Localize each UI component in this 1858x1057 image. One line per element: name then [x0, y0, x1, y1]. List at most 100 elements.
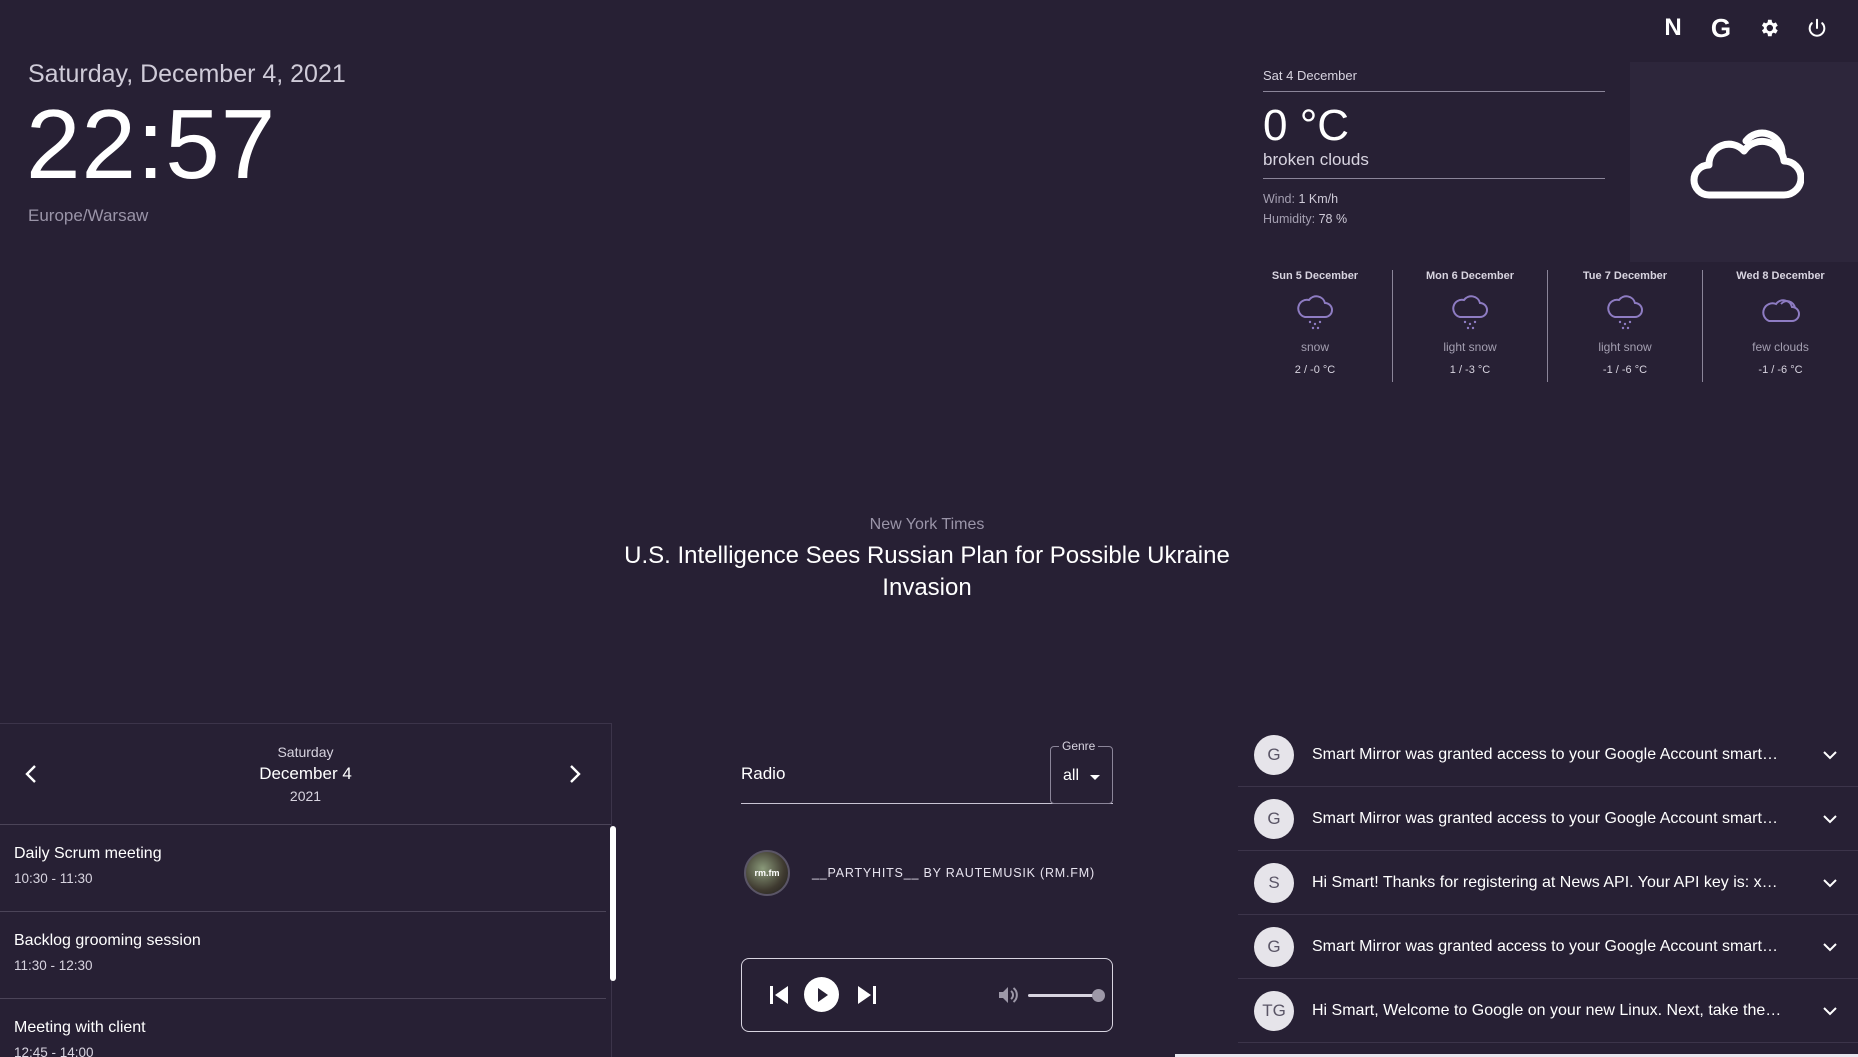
- forecast-day: Sun 5 December snow 2 / -0 °C: [1238, 270, 1393, 382]
- genre-select[interactable]: Genre all: [1050, 739, 1113, 804]
- skip-previous-icon: [770, 986, 788, 1004]
- power-icon[interactable]: [1804, 12, 1830, 44]
- forecast-description: light snow: [1443, 340, 1497, 354]
- forecast-date: Mon 6 December: [1425, 270, 1515, 282]
- radio-label: Radio: [741, 764, 786, 783]
- broken-clouds-icon: [1690, 129, 1804, 199]
- weather-temperature: 0 °C: [1263, 101, 1350, 150]
- mail-subject: Smart Mirror was granted access to your …: [1312, 937, 1782, 955]
- radio-station[interactable]: rm.fm __PARTYHITS__ BY RAUTEMUSIK (RM.FM…: [744, 850, 1095, 896]
- weather-icon-panel: [1630, 62, 1858, 262]
- station-logo: rm.fm: [744, 850, 790, 896]
- play-button[interactable]: [804, 977, 839, 1012]
- event-title: Backlog grooming session: [14, 932, 201, 949]
- calendar-header: Saturday December 4 2021: [0, 724, 611, 825]
- humidity-row: Humidity: 78 %: [1263, 209, 1605, 229]
- mail-item[interactable]: G Smart Mirror was granted access to you…: [1238, 723, 1858, 787]
- volume-slider-thumb[interactable]: [1092, 989, 1105, 1002]
- mail-subject: Smart Mirror was granted access to your …: [1312, 809, 1782, 827]
- netflix-icon[interactable]: N: [1660, 12, 1686, 44]
- volume-button[interactable]: [997, 985, 1019, 1010]
- current-date: Saturday, December 4, 2021: [28, 60, 346, 88]
- humidity-value: 78 %: [1318, 212, 1348, 226]
- top-toolbar: N G: [1660, 12, 1830, 44]
- forecast-description: few clouds: [1752, 340, 1809, 354]
- forecast-date: Tue 7 December: [1582, 270, 1668, 282]
- event-title: Meeting with client: [14, 1019, 146, 1036]
- calendar-widget: Saturday December 4 2021 Daily Scrum mee…: [0, 723, 612, 1057]
- radio-player: [741, 958, 1113, 1032]
- event-time: 10:30 - 11:30: [14, 871, 93, 886]
- avatar: TG: [1254, 990, 1294, 1031]
- gear-icon[interactable]: [1756, 12, 1782, 44]
- next-button[interactable]: [856, 984, 878, 1011]
- calendar-event[interactable]: Meeting with client 12:45 - 14:00: [0, 999, 606, 1057]
- timezone-label: Europe/Warsaw: [28, 206, 149, 225]
- weather-forecast: Sun 5 December snow 2 / -0 °C Mon 6 Dece…: [1238, 270, 1858, 382]
- volume-slider[interactable]: [1028, 989, 1105, 1002]
- snow-icon: [1297, 295, 1333, 330]
- genre-label: Genre: [1059, 739, 1099, 753]
- calendar-next-button[interactable]: [562, 762, 586, 791]
- news-source: New York Times: [869, 516, 985, 533]
- calendar-month-day: December 4: [259, 764, 352, 783]
- forecast-day: Mon 6 December light snow 1 / -3 °C: [1393, 270, 1548, 382]
- weather-date: Sat 4 December: [1263, 68, 1605, 92]
- calendar-scrollbar[interactable]: [610, 826, 616, 981]
- calendar-year: 2021: [289, 788, 322, 804]
- mail-subject: Hi Smart! Thanks for registering at News…: [1312, 873, 1782, 891]
- calendar-weekday: Saturday: [277, 744, 334, 760]
- chevron-down-icon[interactable]: [1822, 939, 1838, 955]
- avatar: G: [1254, 926, 1294, 967]
- radio-field: Radio Genre all: [741, 739, 1113, 804]
- mail-item[interactable]: G Smart Mirror was granted access to you…: [1238, 915, 1858, 979]
- snow-icon: [1452, 295, 1488, 330]
- chevron-down-icon[interactable]: [1822, 875, 1838, 891]
- volume-icon: [999, 987, 1018, 1003]
- cloud-icon: [1761, 299, 1800, 322]
- previous-button[interactable]: [768, 984, 790, 1011]
- skip-next-icon: [858, 986, 876, 1004]
- clock-time: 22:57: [26, 89, 277, 199]
- calendar-event-list: Daily Scrum meeting 10:30 - 11:30 Backlo…: [0, 825, 606, 1057]
- chevron-down-icon[interactable]: [1822, 811, 1838, 827]
- forecast-day: Tue 7 December light snow -1 / -6 °C: [1548, 270, 1703, 382]
- mail-list: G Smart Mirror was granted access to you…: [1238, 723, 1858, 1043]
- weather-current: Sat 4 December 0 °C broken clouds Wind: …: [1263, 68, 1605, 229]
- calendar-event[interactable]: Daily Scrum meeting 10:30 - 11:30: [0, 825, 606, 912]
- station-name: __PARTYHITS__ BY RAUTEMUSIK (RM.FM): [812, 866, 1095, 880]
- wind-value: 1 Km/h: [1298, 192, 1339, 206]
- forecast-temperature: 2 / -0 °C: [1294, 364, 1336, 376]
- forecast-date: Sun 5 December: [1271, 270, 1359, 282]
- mail-item[interactable]: S Hi Smart! Thanks for registering at Ne…: [1238, 851, 1858, 915]
- mail-item[interactable]: G Smart Mirror was granted access to you…: [1238, 787, 1858, 851]
- chevron-down-icon[interactable]: [1822, 747, 1838, 763]
- wind-row: Wind: 1 Km/h: [1263, 189, 1605, 209]
- avatar: G: [1254, 798, 1294, 839]
- caret-down-icon: [1090, 775, 1100, 780]
- chevron-down-icon[interactable]: [1822, 1003, 1838, 1019]
- forecast-description: snow: [1300, 340, 1329, 354]
- event-time: 12:45 - 14:00: [14, 1045, 94, 1057]
- event-title: Daily Scrum meeting: [14, 845, 162, 862]
- forecast-date: Wed 8 December: [1736, 270, 1825, 282]
- avatar: G: [1254, 734, 1294, 775]
- forecast-temperature: 1 / -3 °C: [1449, 364, 1491, 376]
- google-icon[interactable]: G: [1708, 12, 1734, 44]
- avatar: S: [1254, 862, 1294, 903]
- play-icon: [817, 987, 828, 1002]
- forecast-description: light snow: [1598, 340, 1652, 354]
- forecast-temperature: -1 / -6 °C: [1602, 364, 1648, 376]
- genre-value: all: [1063, 767, 1080, 784]
- calendar-event[interactable]: Backlog grooming session 11:30 - 12:30: [0, 912, 606, 999]
- mail-subject: Smart Mirror was granted access to your …: [1312, 745, 1782, 763]
- mail-subject: Hi Smart, Welcome to Google on your new …: [1312, 1001, 1782, 1019]
- mail-item[interactable]: TG Hi Smart, Welcome to Google on your n…: [1238, 979, 1858, 1043]
- weather-description: broken clouds: [1263, 150, 1605, 179]
- news-headline[interactable]: U.S. Intelligence Sees Russian Plan for …: [620, 540, 1234, 604]
- forecast-day: Wed 8 December few clouds -1 / -6 °C: [1703, 270, 1858, 382]
- event-time: 11:30 - 12:30: [14, 958, 93, 973]
- news-widget: New York Times U.S. Intelligence Sees Ru…: [620, 516, 1234, 604]
- weather-details: Wind: 1 Km/h Humidity: 78 %: [1263, 189, 1605, 229]
- snow-icon: [1607, 295, 1643, 330]
